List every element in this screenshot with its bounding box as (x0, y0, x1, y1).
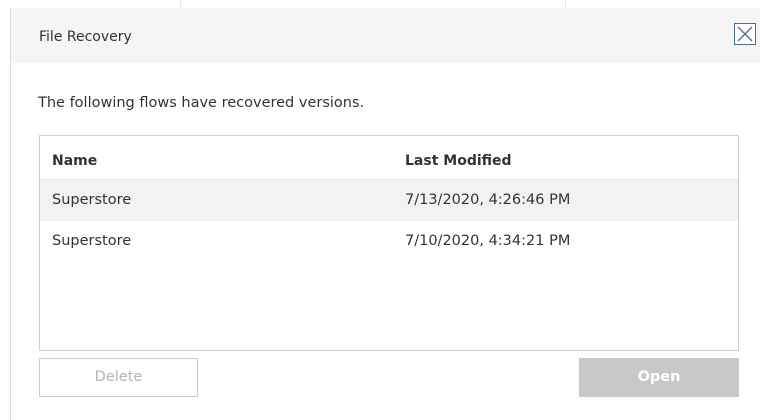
list-header: Name Last Modified (40, 136, 738, 180)
open-button[interactable]: Open (579, 358, 739, 397)
recovered-flows-list: Name Last Modified Superstore 7/13/2020,… (39, 135, 739, 351)
flow-name: Superstore (52, 233, 132, 249)
dialog-title: File Recovery (39, 29, 132, 45)
column-header-last-modified: Last Modified (405, 153, 512, 169)
flow-last-modified: 7/13/2020, 4:26:46 PM (405, 192, 571, 208)
file-recovery-dialog: File Recovery The following flows have r… (10, 8, 760, 420)
flow-name: Superstore (52, 192, 132, 208)
close-button[interactable] (734, 23, 756, 45)
list-item[interactable]: Superstore 7/13/2020, 4:26:46 PM (40, 180, 738, 221)
list-item[interactable]: Superstore 7/10/2020, 4:34:21 PM (40, 221, 738, 262)
close-icon (737, 26, 753, 42)
flow-last-modified: 7/10/2020, 4:34:21 PM (405, 233, 571, 249)
recovery-message: The following flows have recovered versi… (38, 95, 365, 111)
dialog-titlebar: File Recovery (11, 8, 760, 63)
column-header-name: Name (52, 153, 98, 169)
delete-button[interactable]: Delete (39, 358, 198, 397)
